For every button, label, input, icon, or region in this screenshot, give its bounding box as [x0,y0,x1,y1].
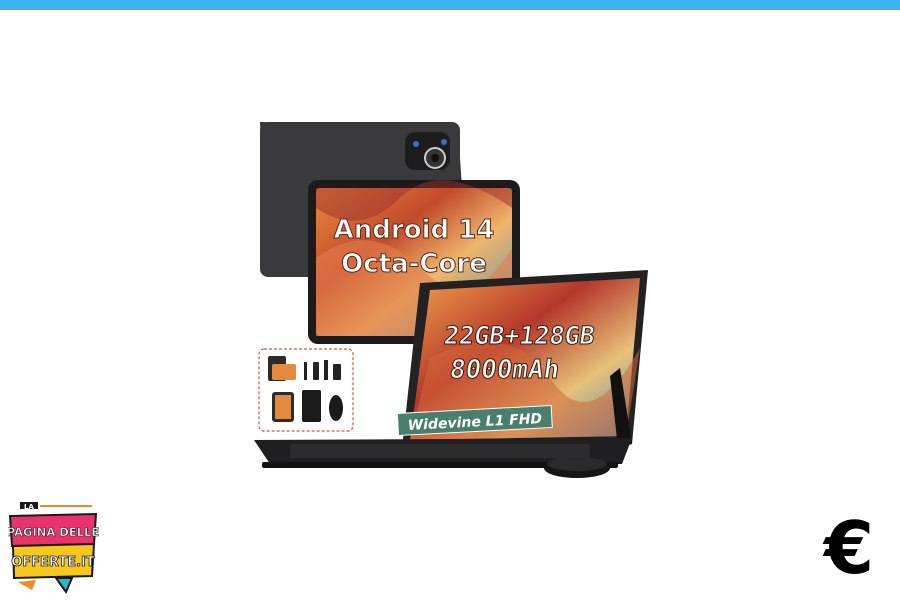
tablet-product-illustration: Android 14 Octa-Core 22GB+128GB 8000mAh … [254,122,648,478]
spec-android-version: Android 14 [334,215,495,245]
logo-word-offerte: OFFERTE.IT [11,555,95,570]
la-pagina-delle-offerte-logo: LA PAGINA DELLE OFFERTE.IT [6,502,100,595]
logo-word-pagina-delle: PAGINA DELLE [8,525,99,539]
spec-memory: 22GB+128GB [442,321,596,350]
product-image: Android 14 Octa-Core 22GB+128GB 8000mAh … [250,118,650,480]
spec-battery: 8000mAh [448,355,562,385]
currency-symbol: € [824,506,875,590]
logo-word-la: LA [24,503,34,511]
top-accent-bar [0,0,900,10]
accessories-box [258,348,354,432]
spec-processor: Octa-Core [341,249,487,279]
site-logo[interactable]: LA PAGINA DELLE OFFERTE.IT [6,500,100,598]
